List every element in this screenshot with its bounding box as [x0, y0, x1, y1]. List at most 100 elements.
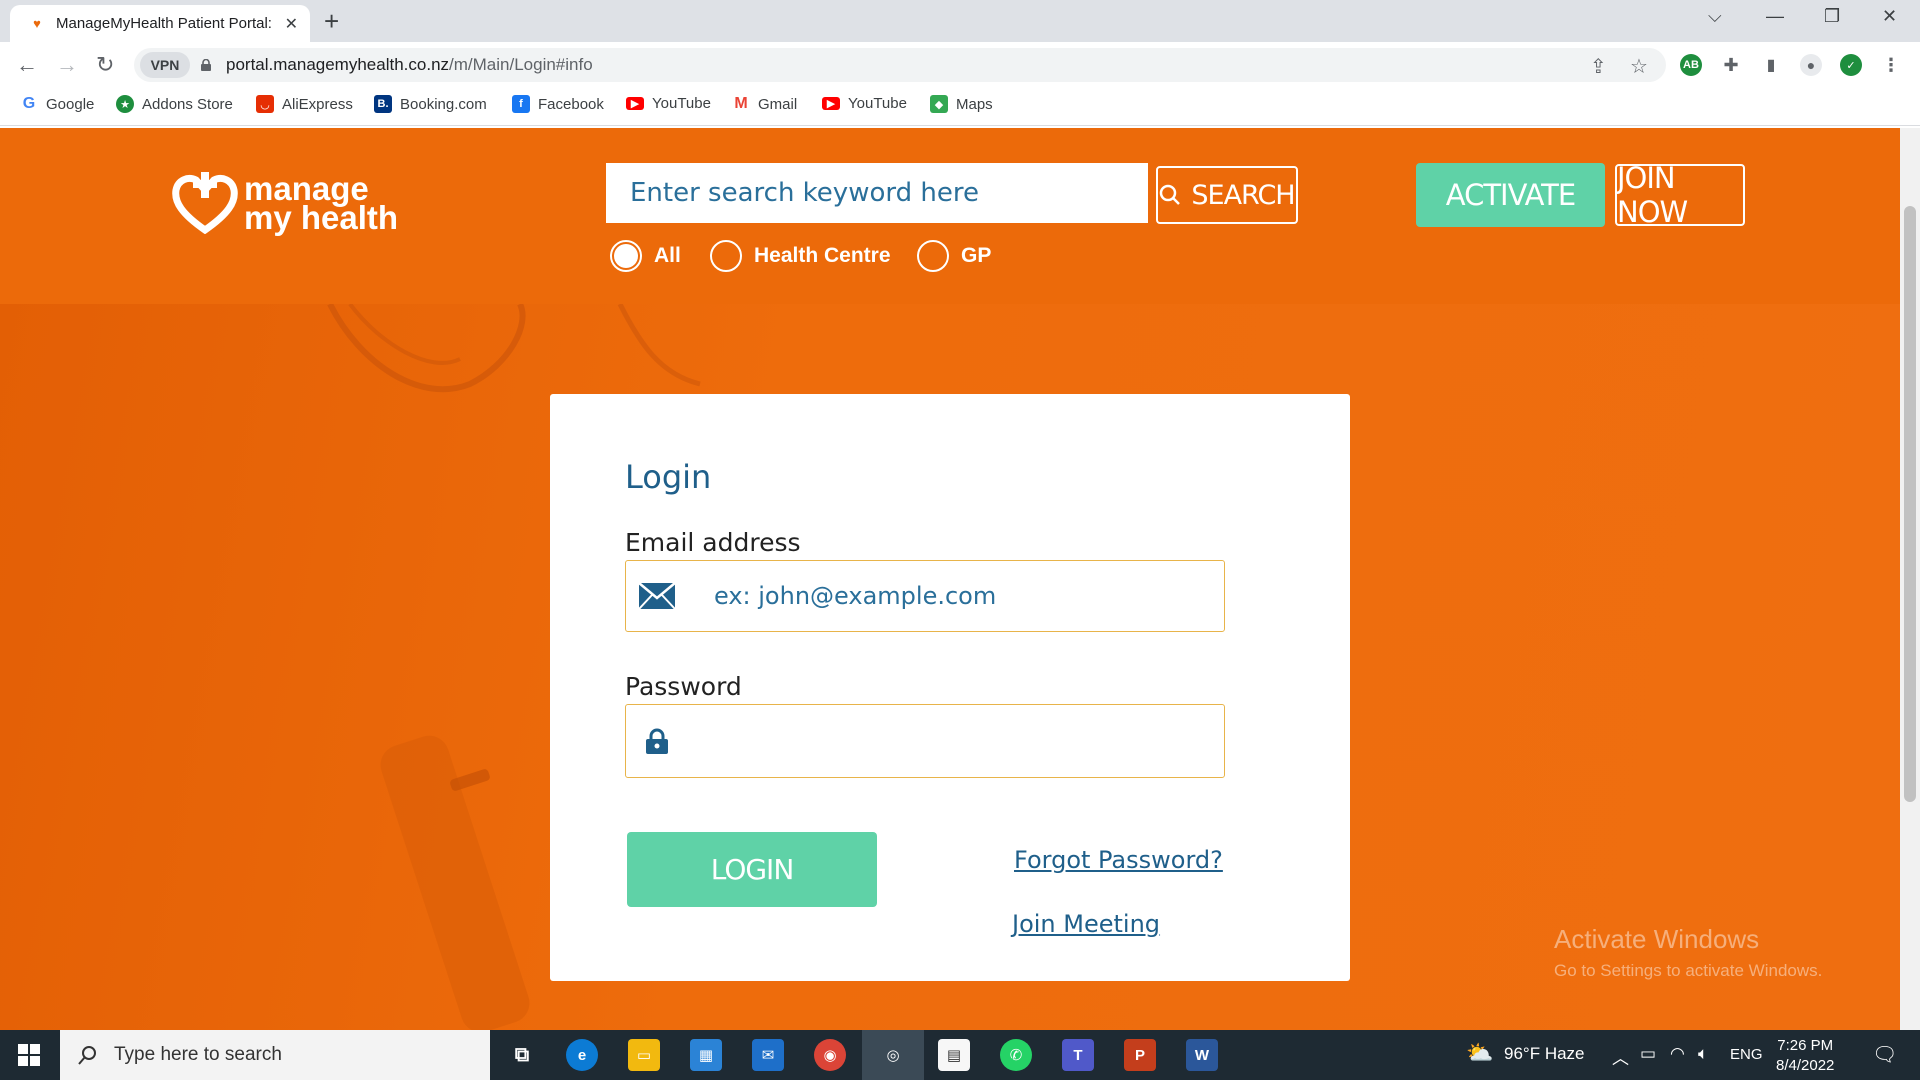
taskbar-search-box[interactable]: Type here to search [60, 1030, 490, 1080]
side-panel-icon[interactable]: ▮ [1760, 54, 1782, 76]
radio-circle[interactable] [610, 240, 642, 272]
maps-icon: ◆ [930, 95, 948, 113]
search-input[interactable] [606, 163, 1148, 223]
word-icon[interactable]: W [1186, 1039, 1218, 1071]
bookmark-youtube-1[interactable]: ▶ YouTube [626, 95, 711, 112]
bookmark-label: Addons Store [142, 95, 233, 113]
vpn-badge[interactable]: VPN [140, 52, 190, 78]
mail-icon[interactable]: ✉ [752, 1039, 784, 1071]
weather-text[interactable]: 96°F Haze [1504, 1044, 1585, 1064]
padlock-icon [646, 728, 668, 754]
bookmark-maps[interactable]: ◆ Maps [930, 95, 993, 113]
addons-icon: ★ [116, 95, 134, 113]
radio-circle[interactable] [710, 240, 742, 272]
volume-icon[interactable]: 🔈︎ [1698, 1044, 1708, 1064]
address-bar[interactable]: VPN portal.managemyhealth.co.nz/m/Main/L… [134, 48, 1666, 82]
filter-radio-gp[interactable]: GP [917, 240, 991, 272]
bookmark-facebook[interactable]: f Facebook [512, 95, 604, 113]
forgot-password-link[interactable]: Forgot Password? [1014, 846, 1223, 874]
bookmark-label: Booking.com [400, 95, 487, 113]
reload-icon[interactable]: ↻ [96, 52, 114, 78]
filter-radio-health-centre[interactable]: Health Centre [710, 240, 891, 272]
new-tab-icon[interactable]: + [324, 6, 339, 37]
bookmark-google[interactable]: G Google [20, 95, 95, 113]
file-explorer-icon[interactable]: ▭ [628, 1039, 660, 1071]
email-field[interactable] [625, 560, 1225, 632]
bookmark-label: Gmail [758, 95, 798, 113]
login-card: Login Email address Password LOGIN Forgo… [550, 394, 1350, 981]
join-now-button[interactable]: JOIN NOW [1615, 161, 1745, 229]
taskbar-search-icon [78, 1046, 96, 1065]
tab-title: ManageMyHealth Patient Portal: [56, 15, 271, 32]
wifi-icon[interactable]: ◠ [1670, 1044, 1685, 1064]
bookmark-youtube-2[interactable]: ▶ YouTube [822, 95, 907, 112]
restore-icon[interactable]: ❐ [1824, 6, 1840, 27]
search-button[interactable]: SEARCH [1156, 166, 1298, 224]
password-field[interactable] [625, 704, 1225, 778]
bookmark-addons-store[interactable]: ★ Addons Store [116, 95, 233, 113]
search-button-label: SEARCH [1191, 179, 1295, 211]
bookmark-gmail[interactable]: M Gmail [732, 95, 797, 113]
calculator-app-icon[interactable]: ▤ [938, 1039, 970, 1071]
bookmark-booking[interactable]: B. Booking.com [374, 95, 487, 113]
managemyhealth-logo[interactable]: manage my health [172, 172, 398, 234]
bookmark-aliexpress[interactable]: ◡ AliExpress [256, 95, 353, 113]
teams-icon[interactable]: T [1062, 1039, 1094, 1071]
watermark-title: Activate Windows [1554, 924, 1760, 954]
notifications-icon[interactable]: 🗨︎ [1872, 1042, 1897, 1067]
bookmarks-bar: G Google ★ Addons Store ◡ AliExpress B. … [0, 87, 1920, 126]
page-viewport: manage my health SEARCH ACTIVATE JOIN NO… [0, 128, 1900, 1030]
shield-extension-icon[interactable]: ✓ [1840, 54, 1862, 76]
tab-search-chevron-icon[interactable]: ⌵ [1708, 6, 1722, 27]
activate-button[interactable]: ACTIVATE [1416, 163, 1605, 227]
search-icon [1160, 184, 1181, 205]
activate-windows-watermark: Activate Windows Go to Settings to activ… [1554, 924, 1822, 981]
browser-toolbar: ← → ↻ VPN portal.managemyhealth.co.nz/m/… [0, 42, 1920, 87]
share-icon[interactable]: ⇪ [1590, 54, 1607, 79]
powerpoint-icon[interactable]: P [1124, 1039, 1156, 1071]
bookmark-label: AliExpress [282, 95, 353, 113]
windows-start-icon[interactable] [18, 1044, 40, 1066]
login-button[interactable]: LOGIN [627, 832, 877, 907]
email-input[interactable] [714, 582, 1194, 610]
task-view-icon[interactable]: ⧉ [506, 1039, 538, 1071]
minimize-icon[interactable]: — [1766, 6, 1784, 27]
taskbar-clock[interactable]: 7:26 PM 8/4/2022 [1776, 1036, 1834, 1076]
logo-line-2: my health [244, 199, 399, 236]
battery-icon[interactable]: ▭ [1640, 1044, 1656, 1064]
profile-avatar-icon[interactable]: ● [1800, 54, 1822, 76]
page-scrollbar[interactable] [1900, 128, 1920, 1030]
site-favicon-icon: ♥ [33, 16, 41, 31]
browser-tab[interactable]: ♥ ManageMyHealth Patient Portal: ✕ [10, 5, 310, 42]
bookmark-label: Facebook [538, 95, 604, 113]
forward-icon[interactable]: → [56, 52, 78, 78]
microsoft-store-icon[interactable]: ▦ [690, 1039, 722, 1071]
language-indicator[interactable]: ENG [1730, 1046, 1763, 1063]
radio-circle[interactable] [917, 240, 949, 272]
close-tab-icon[interactable]: ✕ [285, 14, 298, 34]
aliexpress-icon: ◡ [256, 95, 274, 113]
lock-icon[interactable] [200, 59, 212, 71]
browser-menu-icon[interactable]: ⋮ [1880, 54, 1902, 76]
tray-chevron-icon[interactable]: ︿ [1612, 1044, 1629, 1069]
edge-icon[interactable]: e [566, 1039, 598, 1071]
close-window-icon[interactable]: ✕ [1882, 6, 1897, 27]
url-text[interactable]: portal.managemyhealth.co.nz/m/Main/Login… [226, 55, 593, 75]
back-icon[interactable]: ← [16, 52, 38, 78]
scrollbar-thumb[interactable] [1904, 206, 1916, 802]
join-meeting-link[interactable]: Join Meeting [1012, 910, 1160, 938]
browser-active-icon[interactable]: ◎ [862, 1030, 924, 1080]
adblock-extension-icon[interactable]: AB [1680, 54, 1702, 76]
extensions-puzzle-icon[interactable]: ✚ [1720, 54, 1742, 76]
gmail-icon: M [734, 95, 748, 112]
filter-radio-all[interactable]: All [610, 240, 681, 272]
envelope-icon [638, 582, 676, 610]
youtube-icon: ▶ [822, 97, 840, 110]
clock-date: 8/4/2022 [1776, 1057, 1835, 1074]
whatsapp-icon[interactable]: ✆ [1000, 1039, 1032, 1071]
url-path: /m/Main/Login#info [449, 55, 593, 74]
weather-icon[interactable]: ⛅ [1466, 1040, 1493, 1066]
chrome-icon[interactable]: ◉ [814, 1039, 846, 1071]
bookmark-star-icon[interactable]: ☆ [1630, 54, 1648, 79]
password-input[interactable] [714, 727, 1194, 755]
